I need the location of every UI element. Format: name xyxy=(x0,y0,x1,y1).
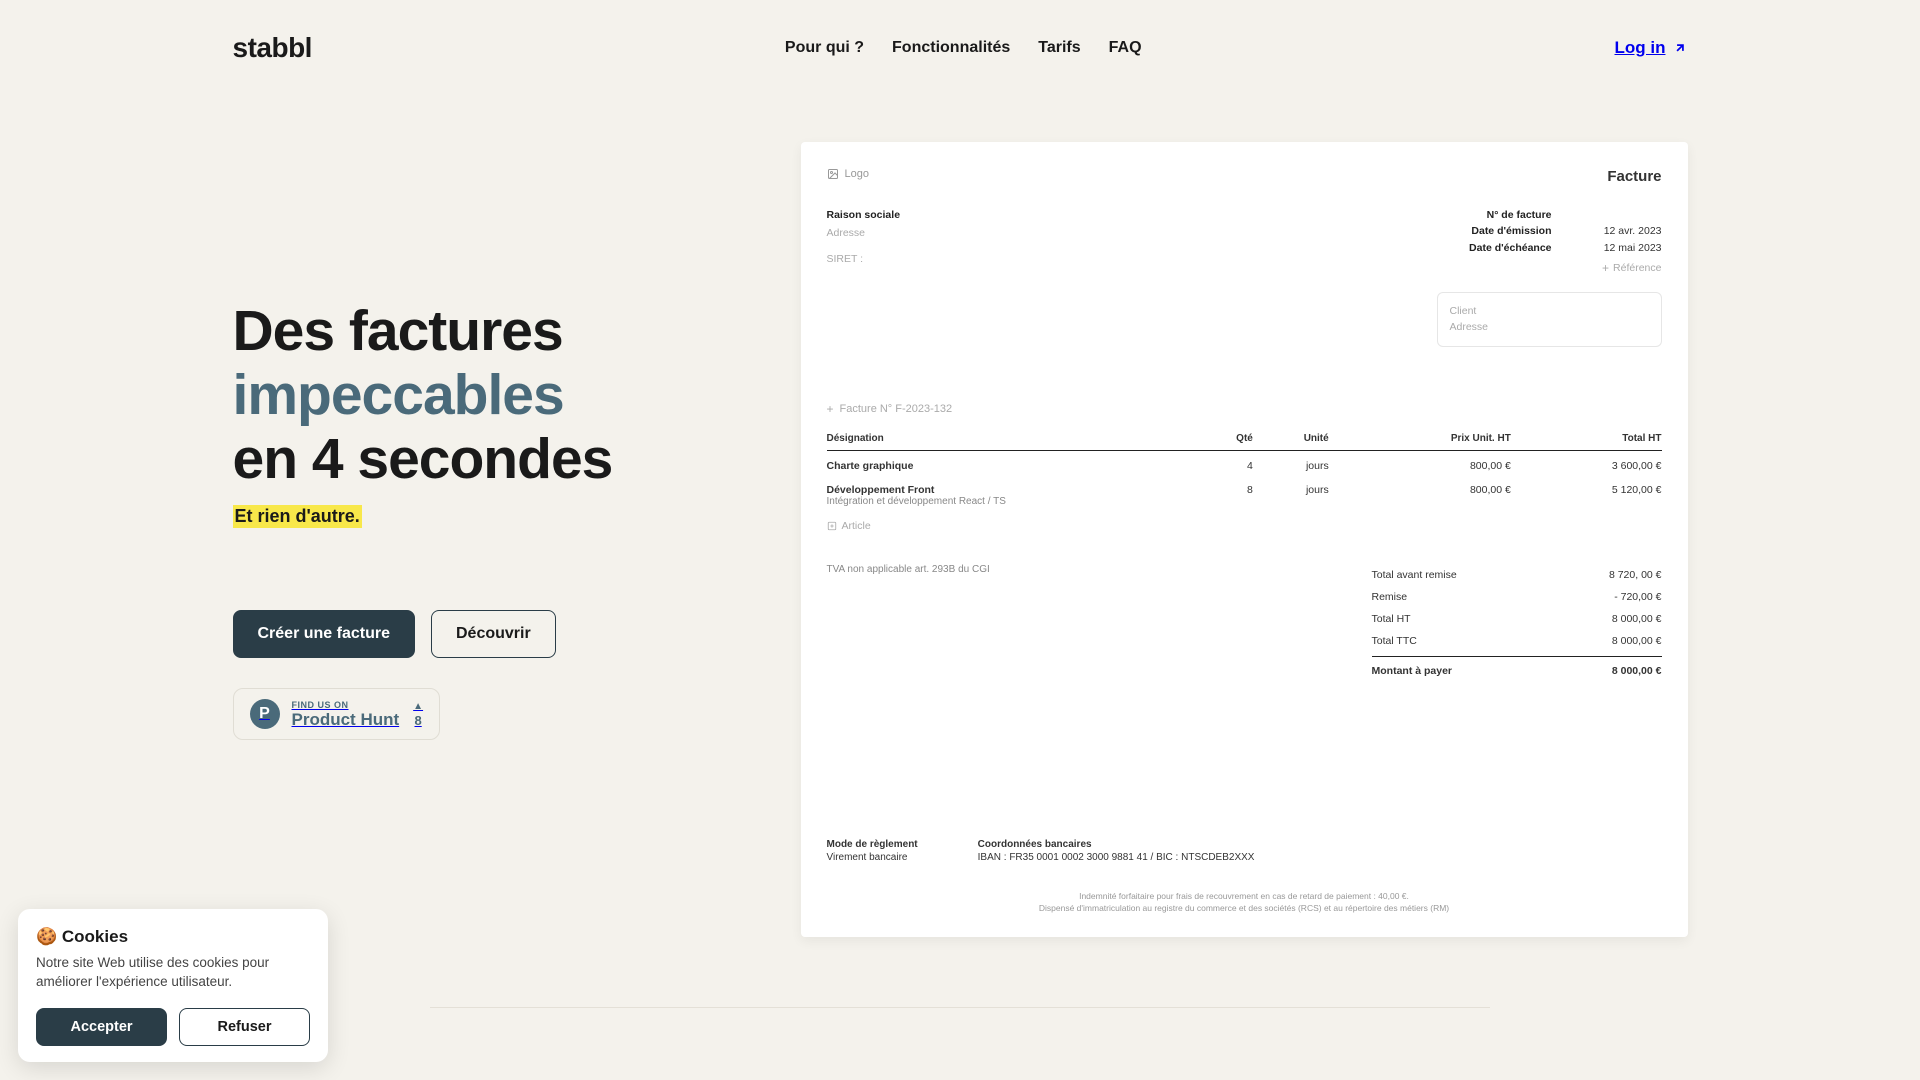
invoice-client-box: Client Adresse xyxy=(1437,292,1662,347)
cta-create-invoice-button[interactable]: Créer une facture xyxy=(233,610,416,658)
total-ht-label: Total HT xyxy=(1372,613,1411,625)
add-article: Article xyxy=(827,520,1662,532)
invoice-number: + Facture N° F-2023-132 xyxy=(827,403,1662,415)
section-divider xyxy=(430,1007,1490,1008)
plus-square-icon xyxy=(827,521,837,531)
invoice-client-label: Client xyxy=(1450,303,1649,319)
total-before-discount-label: Total avant remise xyxy=(1372,569,1457,581)
invoice-line-items: Désignation Qté Unité Prix Unit. HT Tota… xyxy=(827,427,1662,510)
nav-tarifs[interactable]: Tarifs xyxy=(1038,39,1080,57)
invoice-from: Raison sociale Adresse SIRET : xyxy=(827,207,901,347)
invoice-title: Facture xyxy=(1607,168,1661,185)
brand-logo[interactable]: stabbl xyxy=(233,32,312,64)
bank-label: Coordonnées bancaires xyxy=(978,839,1255,850)
amount-due-val: 8 000,00 € xyxy=(1612,665,1662,677)
line-qty: 4 xyxy=(1202,450,1253,475)
total-ht-val: 8 000,00 € xyxy=(1612,613,1662,625)
plus-icon: + xyxy=(1602,262,1609,274)
cookie-banner: 🍪 Cookies Notre site Web utilise des coo… xyxy=(18,909,328,1062)
cookie-accept-button[interactable]: Accepter xyxy=(36,1008,167,1046)
payment-mode-val: Virement bancaire xyxy=(827,852,918,863)
hero-heading: Des factures impeccables en 4 secondes xyxy=(233,300,713,491)
total-before-discount-val: 8 720, 00 € xyxy=(1609,569,1662,581)
ph-name: Product Hunt xyxy=(292,710,400,730)
line-sub: Intégration et développement React / TS xyxy=(827,496,1203,507)
cookie-title: 🍪 Cookies xyxy=(36,927,310,947)
add-article-label: Article xyxy=(842,520,871,532)
col-unit-price: Prix Unit. HT xyxy=(1329,427,1511,451)
header: stabbl Pour qui ? Fonctionnalités Tarifs… xyxy=(233,0,1688,64)
cookie-refuse-button[interactable]: Refuser xyxy=(179,1008,310,1046)
invoice-due-date: 12 mai 2023 xyxy=(1592,240,1662,256)
image-icon xyxy=(827,168,839,180)
invoice-number-text: Facture N° F-2023-132 xyxy=(840,403,953,415)
invoice-preview: Logo Facture Raison sociale Adresse SIRE… xyxy=(801,142,1688,937)
table-row: Charte graphique 4 jours 800,00 € 3 600,… xyxy=(827,450,1662,475)
legal-line1: Indemnité forfaitaire pour frais de reco… xyxy=(827,891,1662,903)
col-designation: Désignation xyxy=(827,427,1203,451)
col-qty: Qté xyxy=(1202,427,1253,451)
invoice-issue-date: 12 avr. 2023 xyxy=(1592,223,1662,239)
amount-due-label: Montant à payer xyxy=(1372,665,1453,677)
ph-find-us: FIND US ON xyxy=(292,700,400,710)
invoice-client-address: Adresse xyxy=(1450,319,1649,335)
line-total: 3 600,00 € xyxy=(1511,450,1662,475)
invoice-ref-label: Référence xyxy=(1613,260,1661,276)
line-pu: 800,00 € xyxy=(1329,475,1511,510)
discount-label: Remise xyxy=(1372,591,1408,603)
plus-icon: + xyxy=(827,403,834,415)
invoice-logo-placeholder: Logo xyxy=(827,168,869,180)
line-total: 5 120,00 € xyxy=(1511,475,1662,510)
invoice-logo-label: Logo xyxy=(845,168,869,180)
line-name: Charte graphique xyxy=(827,460,1203,472)
legal-line2: Dispensé d'immatriculation au registre d… xyxy=(827,903,1662,915)
tva-note: TVA non applicable art. 293B du CGI xyxy=(827,564,990,575)
line-unit: jours xyxy=(1253,450,1329,475)
product-hunt-icon: P xyxy=(250,699,280,729)
login-label: Log in xyxy=(1615,38,1666,58)
invoice-payment: Mode de règlement Virement bancaire Coord… xyxy=(827,839,1662,863)
hero-copy: Des factures impeccables en 4 secondes E… xyxy=(233,142,713,937)
invoice-due-label: Date d'échéance xyxy=(1469,240,1551,256)
product-hunt-badge[interactable]: P FIND US ON Product Hunt ▲ 8 xyxy=(233,688,441,740)
total-ttc-label: Total TTC xyxy=(1372,635,1417,647)
col-unit: Unité xyxy=(1253,427,1329,451)
line-unit: jours xyxy=(1253,475,1329,510)
cta-discover-button[interactable]: Découvrir xyxy=(431,610,556,658)
invoice-address: Adresse xyxy=(827,225,901,243)
upvote-icon: ▲ xyxy=(413,702,423,712)
col-total: Total HT xyxy=(1511,427,1662,451)
arrow-up-right-icon xyxy=(1673,41,1687,55)
ph-count: 8 xyxy=(414,714,421,727)
table-row: Développement FrontIntégration et dévelo… xyxy=(827,475,1662,510)
payment-mode-label: Mode de règlement xyxy=(827,839,918,850)
invoice-num-label: N° de facture xyxy=(1487,207,1552,223)
hero-tagline: Et rien d'autre. xyxy=(233,505,362,528)
hero-line2: impeccables xyxy=(233,363,564,427)
hero-line1: Des factures xyxy=(233,299,563,363)
line-qty: 8 xyxy=(1202,475,1253,510)
invoice-siret: SIRET : xyxy=(827,251,901,269)
line-pu: 800,00 € xyxy=(1329,450,1511,475)
invoice-legal: Indemnité forfaitaire pour frais de reco… xyxy=(827,891,1662,915)
discount-val: - 720,00 € xyxy=(1614,591,1661,603)
invoice-reference: + Référence xyxy=(1437,260,1662,276)
nav-pour-qui[interactable]: Pour qui ? xyxy=(785,39,864,57)
invoice-issue-label: Date d'émission xyxy=(1471,223,1551,239)
nav-fonctionnalites[interactable]: Fonctionnalités xyxy=(892,39,1010,57)
total-ttc-val: 8 000,00 € xyxy=(1612,635,1662,647)
hero-line3: en 4 secondes xyxy=(233,427,613,491)
invoice-totals: Total avant remise 8 720, 00 € Remise - 72… xyxy=(1372,564,1662,682)
invoice-dates: N° de facture Date d'émission 12 avr. 202… xyxy=(1437,207,1662,347)
bank-val: IBAN : FR35 0001 0002 3000 9881 41 / BIC… xyxy=(978,852,1255,863)
invoice-company: Raison sociale xyxy=(827,207,901,225)
login-link[interactable]: Log in xyxy=(1615,38,1688,58)
nav-faq[interactable]: FAQ xyxy=(1109,39,1142,57)
main-nav: Pour qui ? Fonctionnalités Tarifs FAQ xyxy=(785,39,1142,57)
cookie-body: Notre site Web utilise des cookies pour … xyxy=(36,953,310,992)
line-name: Développement Front xyxy=(827,484,1203,496)
